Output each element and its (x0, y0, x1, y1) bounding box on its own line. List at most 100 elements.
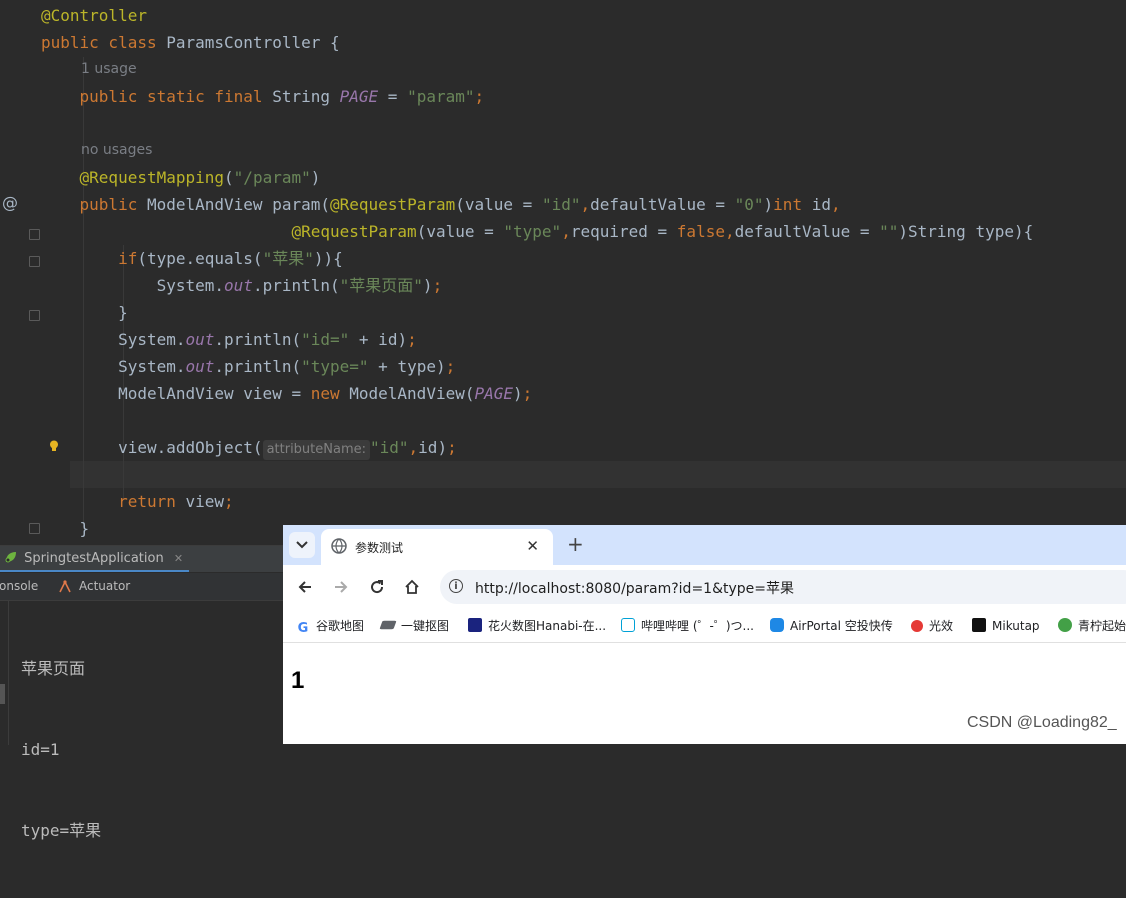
code-token: "0" (734, 195, 764, 214)
code-token: @RequestParam (41, 222, 417, 241)
url-text[interactable]: http://localhost:8080/param?id=1&type=苹果 (475, 578, 794, 598)
code-token: "id" (541, 195, 581, 214)
code-token: defaultValue = (590, 195, 735, 214)
bookmark-item[interactable]: 花火数图Hanabi-在... (468, 617, 606, 635)
code-token: "" (879, 222, 899, 241)
browser-toolbar: i http://localhost:8080/param?id=1&type=… (283, 565, 1126, 609)
browser-tab-title: 参数测试 (355, 541, 404, 555)
address-bar[interactable]: i http://localhost:8080/param?id=1&type=… (440, 570, 1126, 604)
code-token: public static final (41, 87, 273, 106)
run-tool-window: SpringtestApplication ✕ onsole Actuator … (0, 545, 283, 840)
bookmark-item[interactable]: G 谷歌地图 (296, 617, 364, 636)
code-token: id (811, 195, 831, 214)
fold-marker-icon[interactable] (29, 229, 40, 240)
lime-icon (1058, 618, 1072, 632)
bookmark-item[interactable]: 青柠起始 (1058, 617, 1126, 635)
usage-hint[interactable]: no usages (81, 137, 152, 164)
spring-leaf-icon (5, 552, 16, 563)
code-token: ; (522, 384, 533, 403)
mikutap-icon (972, 618, 986, 632)
code-token: } (41, 519, 90, 538)
bookmark-item[interactable]: Mikutap (972, 617, 1040, 635)
code-token: } (41, 303, 128, 322)
code-line: @RequestMapping("/param") (41, 164, 321, 191)
code-token: out (185, 357, 215, 376)
code-token: false (676, 222, 725, 241)
code-line: public class ParamsController { (41, 29, 340, 56)
bookmark-item[interactable]: 哔哩哔哩 (゜-゜)つ... (621, 617, 754, 635)
code-token: ; (445, 357, 456, 376)
code-token: )){ (313, 249, 343, 268)
code-token: PAGE (474, 384, 514, 403)
home-button[interactable] (401, 576, 423, 598)
code-token: + id) (349, 330, 408, 349)
code-token: return (41, 492, 186, 511)
watermark-text: CSDN @Loading82_ (967, 714, 1117, 731)
reload-button[interactable] (366, 576, 388, 598)
code-token: required = (570, 222, 677, 241)
fold-marker-icon[interactable] (29, 523, 40, 534)
code-token: System. (41, 276, 225, 295)
code-token: public (41, 195, 147, 214)
code-editor[interactable]: @ @Controller public class ParamsControll… (0, 0, 1126, 545)
back-button[interactable] (294, 576, 316, 598)
code-token: defaultValue = (734, 222, 880, 241)
current-line-highlight (70, 461, 1126, 488)
site-info-icon[interactable]: i (449, 579, 463, 593)
code-token: out (224, 276, 253, 295)
code-token: ( (320, 195, 331, 214)
code-token: ; (432, 276, 443, 295)
reload-icon (371, 580, 384, 594)
code-token: .println( (214, 330, 302, 349)
code-token: ; (447, 438, 457, 457)
code-token: ; (407, 330, 417, 349)
code-line: System.out.println("id=" + id); (41, 326, 417, 353)
code-token: "type=" (301, 357, 369, 376)
bookmark-item[interactable]: AirPortal 空投快传 (770, 617, 893, 635)
bookmark-item[interactable]: 一键抠图 (379, 617, 449, 635)
fold-marker-icon[interactable] (29, 256, 40, 267)
code-token: , (724, 222, 735, 241)
code-token: ; (474, 87, 485, 106)
request-mapping-gutter-icon[interactable]: @ (2, 193, 18, 212)
red-dot-icon (911, 620, 923, 632)
globe-icon (331, 538, 347, 554)
console-toolbar (0, 601, 9, 745)
run-config-tab[interactable]: SpringtestApplication ✕ (0, 546, 190, 572)
code-token: System. (41, 330, 186, 349)
code-token: ( (224, 168, 234, 187)
fold-marker-icon[interactable] (29, 310, 40, 321)
bookmarks-bar: G 谷歌地图 一键抠图 花火数图Hanabi-在... 哔哩哔哩 (゜-゜)つ..… (283, 609, 1126, 643)
code-token: , (580, 195, 591, 214)
browser-tab-active[interactable]: 参数测试 ✕ (321, 529, 553, 565)
console-line: type=苹果 (21, 821, 102, 840)
code-token: String (272, 87, 340, 106)
layers-icon (379, 620, 397, 630)
actuator-icon (59, 580, 71, 593)
code-token: view.addObject( (41, 438, 263, 457)
code-token: "param" (407, 87, 475, 106)
code-token: ModelAndView (146, 195, 273, 214)
close-tab-icon[interactable]: ✕ (174, 552, 183, 565)
tab-actuator[interactable]: Actuator (79, 579, 130, 593)
console-output[interactable]: 苹果页面 id=1 type=苹果 (21, 601, 101, 898)
new-tab-button[interactable]: + (567, 533, 584, 555)
tab-search-button[interactable] (289, 532, 315, 558)
code-line: ModelAndView view = new ModelAndView(PAG… (41, 380, 532, 407)
close-tab-icon[interactable]: ✕ (526, 537, 539, 555)
code-line: System.out.println("苹果页面"); (41, 272, 443, 299)
code-token: (type.equals( (137, 249, 263, 268)
run-config-label: SpringtestApplication (24, 551, 164, 566)
code-line: public static final String PAGE = "param… (41, 83, 485, 110)
browser-tab-strip: 参数测试 ✕ + (283, 525, 1126, 565)
tab-console[interactable]: onsole (0, 579, 38, 593)
usage-hint[interactable]: 1 usage (81, 56, 137, 83)
code-token: ; (224, 492, 234, 511)
code-token: (value = (416, 222, 504, 241)
code-token: ) (763, 195, 774, 214)
bookmark-item[interactable]: 光效 (911, 617, 953, 635)
code-token: ModelAndView( (349, 384, 475, 403)
forward-button[interactable] (330, 576, 352, 598)
code-token: if (41, 249, 138, 268)
console-scroll-marker (0, 684, 5, 704)
